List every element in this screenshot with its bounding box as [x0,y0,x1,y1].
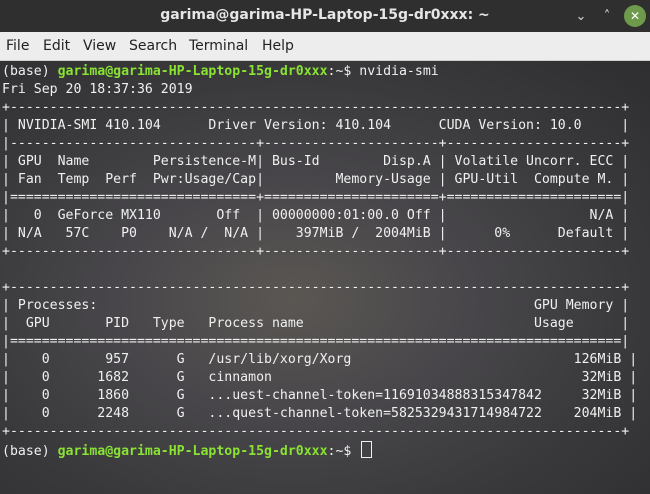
maximize-button[interactable]: ˄ [596,5,618,27]
output-line: | GPU PID Type Process name Usage | [2,316,630,331]
output-line: | 0 1860 G ...uest-channel-token=1169103… [2,388,638,403]
output-line: | GPU Name Persistence-M| Bus-Id Disp.A … [2,154,630,169]
menu-edit[interactable]: Edit [43,38,70,54]
prompt-line: (base) garima@garima-HP-Laptop-15g-dr0xx… [2,441,373,459]
output-line: |=======================================… [2,334,630,349]
window-title: garima@garima-HP-Laptop-15g-dr0xxx: ~ [160,7,490,23]
output-line: +-------------------------------+-------… [2,244,630,259]
output-line: | 0 957 G /usr/lib/xorg/Xorg 126MiB | [2,352,638,367]
menu-search[interactable]: Search [129,38,177,54]
output-line: | Fan Temp Perf Pwr:Usage/Cap| Memory-Us… [2,172,630,187]
prompt-line: (base) garima@garima-HP-Laptop-15g-dr0xx… [2,63,439,81]
menu-bar: File Edit View Search Terminal Help [0,32,650,61]
output-line: | 0 GeForce MX110 Off | 00000000:01:00.0… [2,208,630,223]
menu-terminal[interactable]: Terminal [189,38,248,54]
output-line: | 0 1682 G cinnamon 32MiB | [2,370,638,385]
menu-file[interactable]: File [6,38,29,54]
output-line: +---------------------------------------… [2,280,630,295]
prompt-suffix: :~$ [327,444,360,459]
output-line: Fri Sep 20 18:37:36 2019 [2,82,193,97]
minimize-button[interactable]: ⌄ [570,5,592,27]
menu-help[interactable]: Help [262,38,294,54]
minimize-icon: ⌄ [575,8,587,24]
output-line: | Processes: GPU Memory | [2,298,630,313]
conda-env: (base) [2,444,58,459]
output-line: | 0 2248 G ...quest-channel-token=582532… [2,406,638,421]
close-icon: ✕ [629,9,641,23]
close-button[interactable]: ✕ [624,5,646,27]
conda-env: (base) [2,64,58,79]
output-line: +---------------------------------------… [2,100,630,115]
title-bar[interactable]: garima@garima-HP-Laptop-15g-dr0xxx: ~ ⌄ … [0,0,650,32]
prompt-userhost: garima@garima-HP-Laptop-15g-dr0xxx [57,64,328,79]
output-line: | N/A 57C P0 N/A / N/A | 397MiB / 2004Mi… [2,226,630,241]
output-line: +---------------------------------------… [2,424,630,439]
text-cursor[interactable] [361,441,373,458]
output-line: | NVIDIA-SMI 410.104 Driver Version: 410… [2,118,630,133]
prompt-userhost: garima@garima-HP-Laptop-15g-dr0xxx [57,444,328,459]
output-line: |===============================+=======… [2,190,630,205]
command-text: nvidia-smi [359,64,439,79]
output-line: |-------------------------------+-------… [2,136,630,151]
maximize-icon: ˄ [603,8,611,24]
terminal-output[interactable]: (base) garima@garima-HP-Laptop-15g-dr0xx… [0,61,650,494]
prompt-suffix: :~$ [327,64,360,79]
menu-view[interactable]: View [83,38,116,54]
terminal-window: garima@garima-HP-Laptop-15g-dr0xxx: ~ ⌄ … [0,0,650,494]
